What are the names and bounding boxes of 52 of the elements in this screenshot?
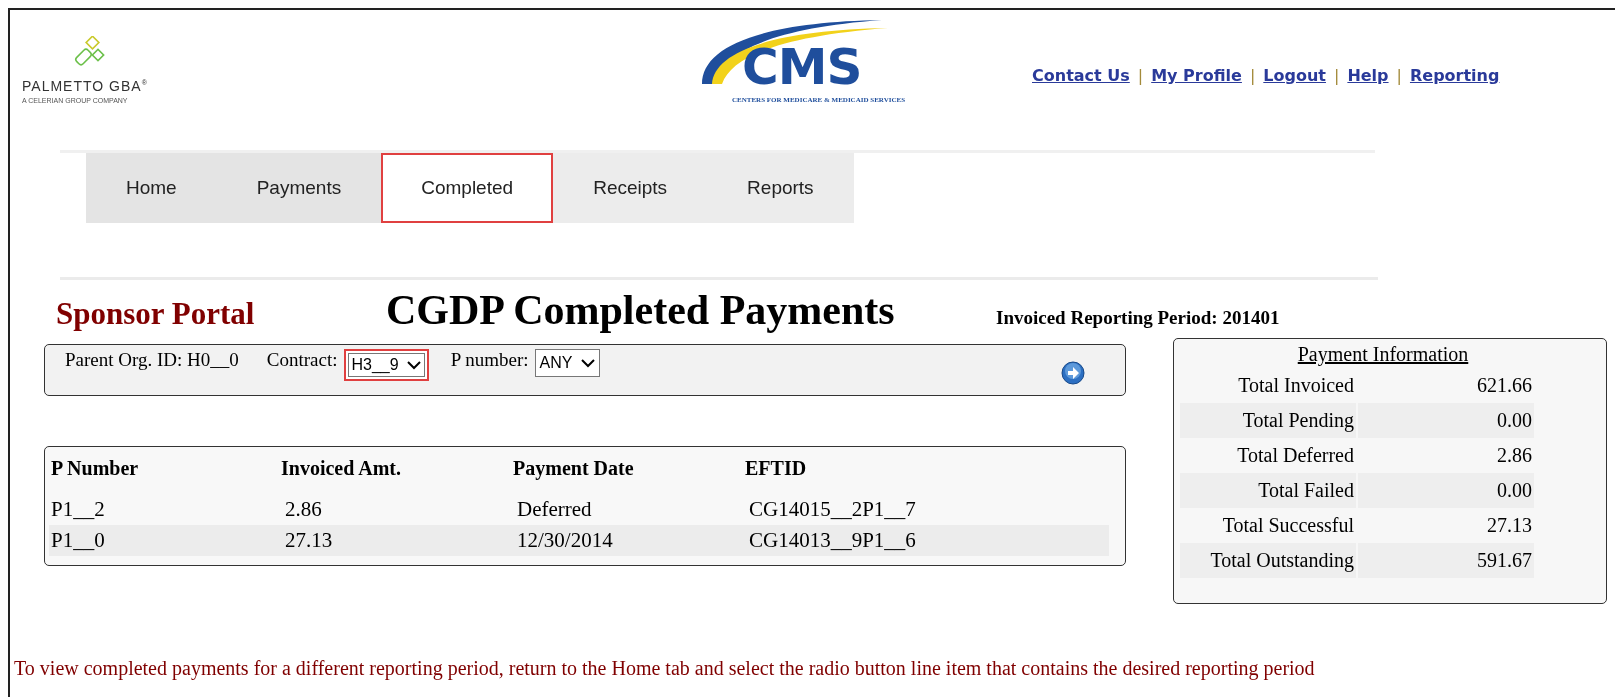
contract-dropdown[interactable]: H3__9	[343, 349, 429, 381]
header-link[interactable]: Logout	[1263, 66, 1326, 85]
total-label: Total Pending	[1180, 403, 1356, 438]
table-cell: P1__0	[49, 525, 279, 556]
nav-tab[interactable]: Completed	[381, 153, 554, 223]
column-header: Payment Date	[512, 456, 635, 482]
total-label: Total Outstanding	[1180, 543, 1356, 578]
header-link[interactable]: My Profile	[1151, 66, 1242, 85]
agency-logo-text: CMS	[742, 42, 862, 92]
link-separator: |	[1396, 66, 1402, 85]
table-cell: CG14013__9P1__6	[743, 525, 1109, 556]
table-cell: CG14015__2P1__7	[743, 494, 1109, 525]
total-value: 0.00	[1358, 403, 1534, 438]
portal-name: Sponsor Portal	[56, 296, 256, 332]
link-separator: |	[1137, 66, 1144, 85]
link-separator: |	[1334, 66, 1340, 85]
footer-note: To view completed payments for a different reporting period, return to the Home tab and select the radio button line item that contains the desired reporting period	[14, 657, 1315, 680]
caret-icon	[580, 358, 595, 368]
page-title: CGDP Completed Payments	[386, 286, 896, 334]
total-label: Total Successful	[1221, 513, 1355, 538]
contract-label: Contract:	[266, 349, 338, 371]
total-label: Total Invoiced	[1237, 373, 1355, 398]
table-cell: Deferred	[511, 494, 743, 525]
column-header: P Number	[50, 456, 140, 481]
link-separator: |	[1249, 66, 1256, 85]
header-link[interactable]: Help	[1347, 66, 1389, 85]
p-number-label: P number:	[450, 349, 529, 371]
nav-tab[interactable]: Reports	[707, 153, 854, 223]
parent-org-label: Parent Org. ID: H0__0	[65, 349, 239, 371]
column-header: EFTID	[744, 456, 808, 481]
total-label: Total Deferred	[1236, 443, 1355, 468]
total-value: 621.66	[1476, 373, 1533, 398]
nav-tab[interactable]: Home	[86, 153, 217, 223]
brand-name: PALMETTO GBA$^{®}$	[22, 78, 148, 94]
total-label: Total Failed	[1180, 473, 1356, 508]
table-cell: 12/30/2014	[511, 525, 743, 556]
caret-icon	[406, 360, 421, 370]
p-number-dropdown[interactable]: ANY	[534, 349, 600, 377]
nav-tab[interactable]: Receipts	[553, 153, 708, 223]
total-value: 0.00	[1358, 473, 1534, 508]
table-cell: P1__2	[49, 494, 279, 525]
table-cell: 2.86	[279, 494, 511, 525]
total-value: 2.86	[1496, 443, 1533, 468]
total-value: 27.13	[1486, 513, 1533, 538]
nav-tab[interactable]: Payments	[216, 153, 382, 223]
header-link[interactable]: Contact Us	[1032, 66, 1130, 85]
total-value: 591.67	[1358, 543, 1534, 578]
column-header: Invoiced Amt.	[280, 456, 402, 481]
header-link[interactable]: Reporting	[1409, 66, 1500, 85]
table-cell: 27.13	[279, 525, 511, 556]
reporting-period: Invoiced Reporting Period: 201401	[996, 307, 1280, 329]
panel-title: Payment Information	[1296, 343, 1470, 366]
